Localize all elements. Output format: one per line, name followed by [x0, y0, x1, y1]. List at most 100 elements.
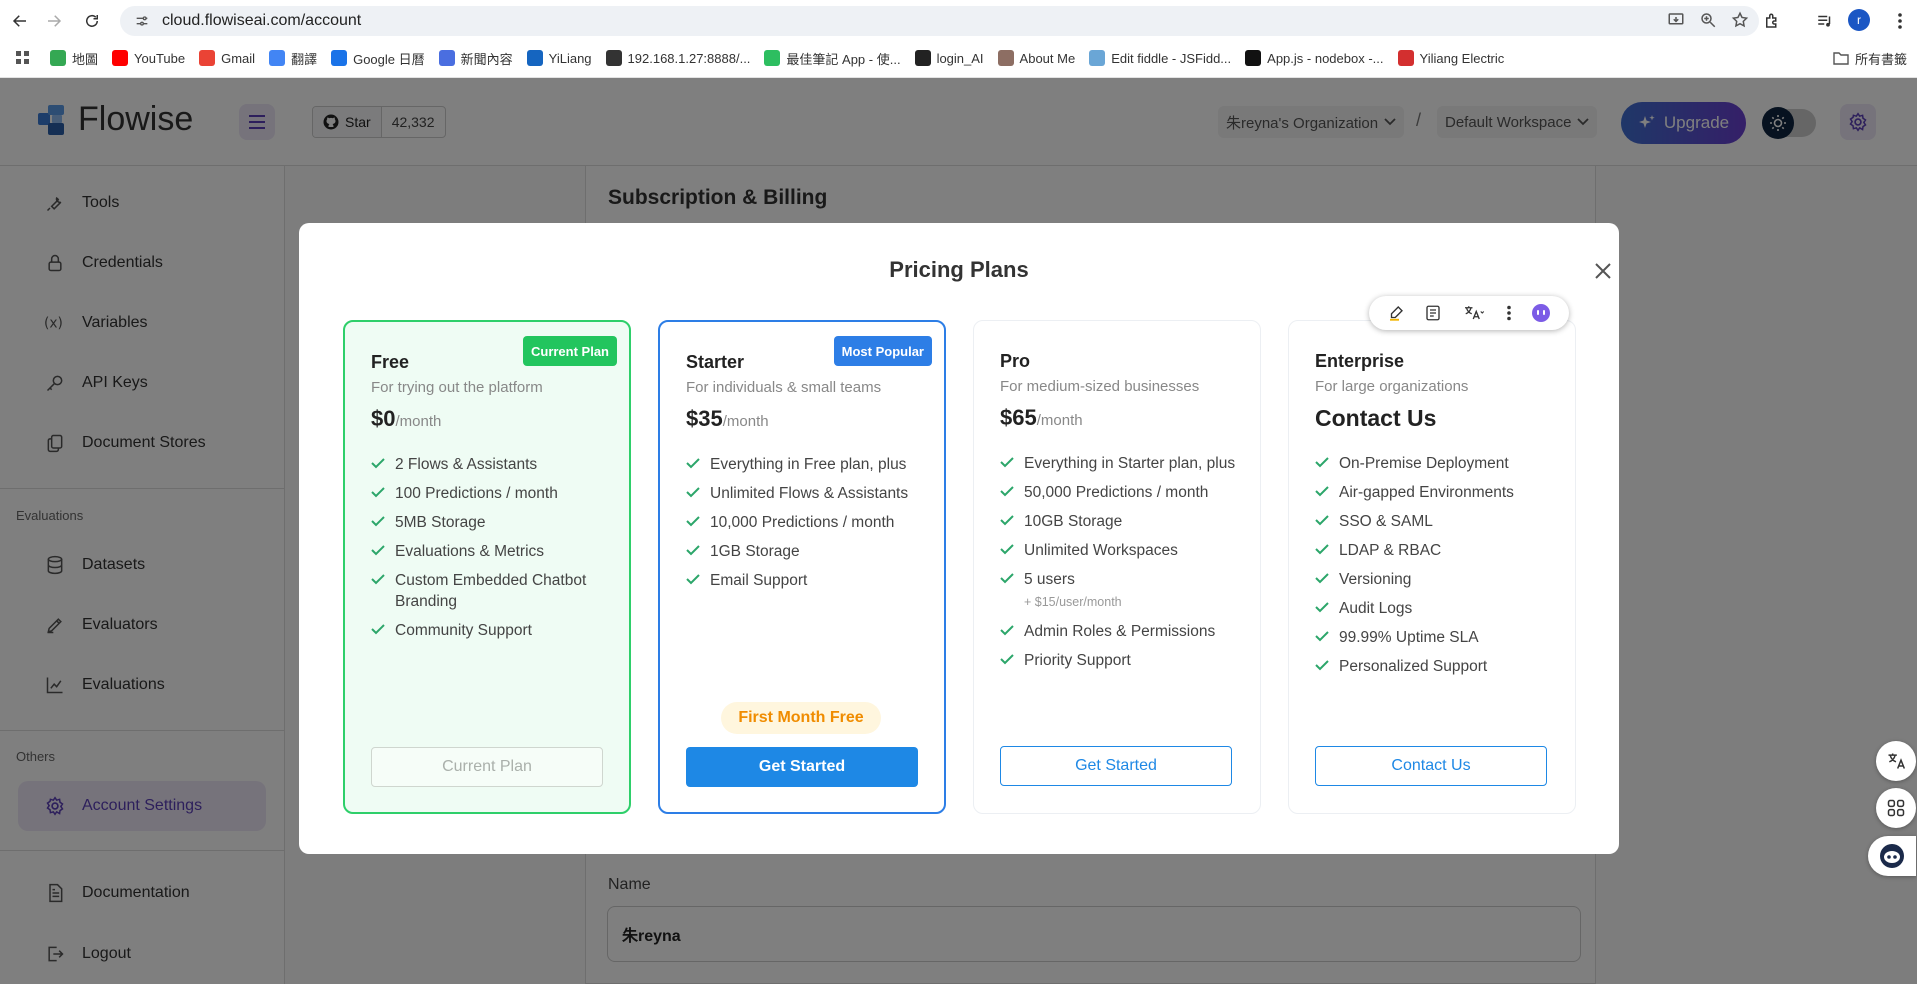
- feature-text: LDAP & RBAC: [1339, 540, 1441, 561]
- price-period: /month: [1036, 412, 1083, 429]
- bookmark-item[interactable]: YiLiang: [526, 50, 592, 66]
- bookmark-favicon-icon: [914, 50, 931, 66]
- feature-label: 2 Flows & Assistants: [395, 456, 538, 473]
- bookmark-favicon-icon: [764, 50, 781, 66]
- feature-item: On-Premise Deployment: [1315, 453, 1565, 474]
- feature-text: 1GB Storage: [710, 541, 800, 562]
- grid-apps-icon: [1887, 799, 1905, 817]
- bookmark-item[interactable]: 最佳筆記 App - 使...: [764, 49, 901, 68]
- bookmark-item[interactable]: login_AI: [914, 50, 984, 66]
- plan-description: For medium-sized businesses: [1000, 378, 1200, 395]
- bookmark-item[interactable]: Gmail: [199, 50, 255, 66]
- back-arrow-icon: [12, 15, 26, 27]
- bookmark-favicon-icon: [1245, 50, 1262, 66]
- plan-description: For large organizations: [1315, 378, 1469, 395]
- current-plan-button[interactable]: Current Plan: [371, 747, 603, 787]
- folder-icon: [1833, 52, 1849, 65]
- summarize-icon[interactable]: [1424, 304, 1442, 322]
- get-started-button[interactable]: Get Started: [1000, 746, 1232, 786]
- feature-item: 10,000 Predictions / month: [686, 512, 936, 533]
- price-amount: $35: [686, 406, 723, 431]
- check-icon: [686, 457, 700, 475]
- feature-label: 10,000 Predictions / month: [710, 514, 895, 531]
- bookmark-item[interactable]: 新聞內容: [438, 49, 513, 68]
- feature-label: Everything in Free plan, plus: [710, 456, 907, 473]
- bookmark-item[interactable]: YouTube: [112, 50, 185, 66]
- check-icon: [1315, 514, 1329, 532]
- tab-search-button[interactable]: [1813, 9, 1837, 33]
- bookmark-list: 地圖 YouTube Gmail 翻譯 Google 日曆 新聞內容 YiLiang 192.…: [50, 49, 1518, 68]
- bookmark-item[interactable]: 翻譯: [269, 49, 317, 68]
- feature-label: 10GB Storage: [1024, 513, 1123, 530]
- bookmark-label: 翻譯: [291, 51, 318, 67]
- highlighter-icon[interactable]: [1387, 304, 1405, 322]
- zoom-icon[interactable]: [1699, 11, 1717, 29]
- floating-translate-button[interactable]: [1876, 741, 1916, 781]
- bookmark-item[interactable]: Google 日曆: [331, 49, 425, 68]
- apps-grid-icon[interactable]: [16, 51, 32, 65]
- feature-label: Evaluations & Metrics: [395, 543, 545, 560]
- bookmark-favicon-icon: [1397, 50, 1414, 66]
- plan-price: $65/month: [1000, 405, 1083, 431]
- feature-item: 5 users + $15/user/month: [1000, 569, 1250, 613]
- bookmark-label: App.js - nodebox -...: [1267, 50, 1384, 66]
- browser-menu-button[interactable]: [1890, 9, 1910, 33]
- floating-assistant-button[interactable]: [1868, 836, 1916, 876]
- feature-label: LDAP & RBAC: [1339, 542, 1442, 559]
- feature-text: Unlimited Flows & Assistants: [710, 483, 908, 504]
- bookmark-favicon-icon: [331, 50, 348, 66]
- bookmark-item[interactable]: 192.168.1.27:8888/...: [605, 50, 750, 66]
- plan-price: Contact Us: [1315, 405, 1437, 431]
- bookmark-item[interactable]: About Me: [997, 50, 1076, 66]
- install-app-icon[interactable]: [1667, 11, 1685, 29]
- feature-text: Everything in Starter plan, plus: [1024, 453, 1235, 474]
- feature-item: Everything in Free plan, plus: [686, 454, 936, 475]
- bookmark-star-icon[interactable]: [1731, 11, 1749, 29]
- check-icon: [1315, 601, 1329, 619]
- forward-button[interactable]: [42, 9, 66, 33]
- check-icon: [1315, 456, 1329, 474]
- site-info-icon[interactable]: [134, 13, 150, 29]
- check-icon: [686, 515, 700, 533]
- feature-text: Everything in Free plan, plus: [710, 454, 906, 475]
- modal-title: Pricing Plans: [889, 257, 1029, 282]
- contact-us-button[interactable]: Contact Us: [1315, 746, 1547, 786]
- most-popular-badge: Most Popular: [833, 336, 932, 366]
- bookmark-item[interactable]: Edit fiddle - JSFidd...: [1089, 50, 1231, 66]
- all-bookmarks[interactable]: 所有書籤: [1833, 49, 1907, 68]
- plan-name: Enterprise: [1315, 351, 1405, 371]
- bookmark-favicon-icon: [438, 50, 455, 66]
- get-started-button[interactable]: Get Started: [686, 747, 918, 787]
- extensions-button[interactable]: [1760, 9, 1784, 33]
- profile-avatar[interactable]: r: [1848, 9, 1870, 31]
- bookmark-label: About Me: [1019, 50, 1076, 66]
- extension-floating-toolbar: [1369, 296, 1569, 330]
- bookmark-item[interactable]: App.js - nodebox -...: [1245, 50, 1384, 66]
- translate-icon[interactable]: [1462, 304, 1486, 322]
- feature-item: Priority Support: [1000, 650, 1250, 671]
- close-button[interactable]: [1588, 256, 1618, 286]
- price-period: /month: [722, 413, 769, 430]
- feature-text: Custom Embedded Chatbot Branding: [395, 570, 621, 612]
- bookmark-item[interactable]: 地圖: [50, 49, 98, 68]
- bookmark-favicon-icon: [269, 50, 286, 66]
- feature-list: 2 Flows & Assistants 100 Predictions / mo…: [371, 454, 621, 649]
- bookmark-item[interactable]: Yiliang Electric: [1397, 50, 1504, 66]
- more-options-icon[interactable]: [1506, 305, 1512, 321]
- bookmark-label: YouTube: [134, 50, 186, 66]
- assistant-avatar-icon[interactable]: [1531, 303, 1551, 323]
- reload-button[interactable]: [80, 9, 104, 33]
- translate-icon: [1888, 753, 1906, 769]
- check-icon: [1000, 543, 1014, 561]
- floating-apps-button[interactable]: [1876, 788, 1916, 828]
- check-icon: [371, 573, 385, 612]
- bookmark-favicon-icon: [50, 50, 66, 66]
- feature-label: Air-gapped Environments: [1339, 484, 1514, 501]
- address-bar[interactable]: cloud.flowiseai.com/account: [120, 6, 1759, 36]
- check-icon: [686, 573, 700, 591]
- feature-item: 2 Flows & Assistants: [371, 454, 621, 475]
- feature-text: Personalized Support: [1339, 656, 1487, 677]
- check-icon: [1000, 624, 1014, 642]
- kebab-menu-icon: [1898, 13, 1902, 29]
- back-button[interactable]: [8, 9, 32, 33]
